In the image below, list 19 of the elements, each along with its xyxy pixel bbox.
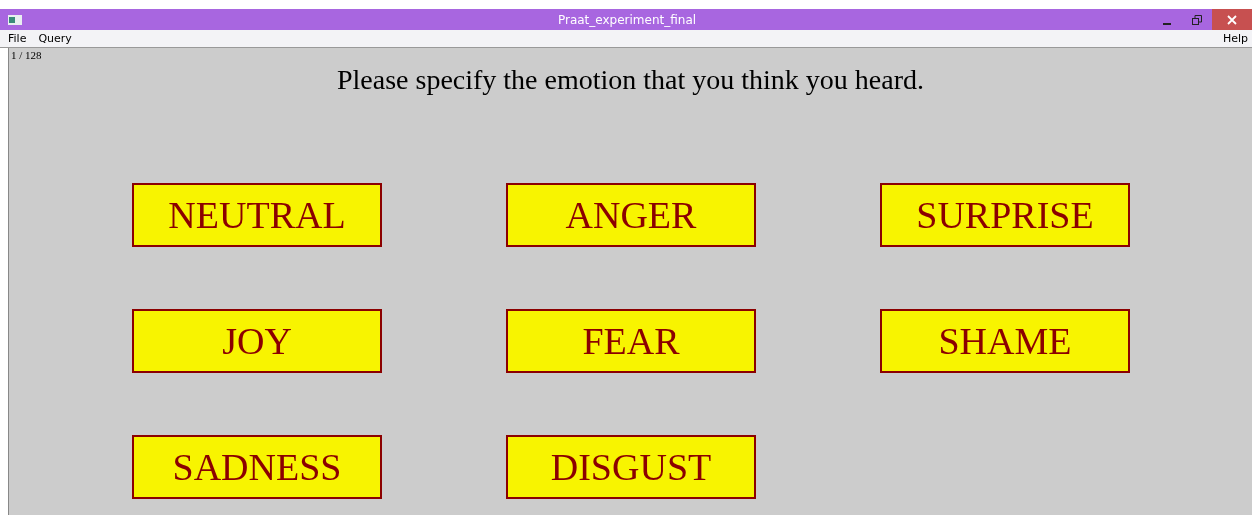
close-button[interactable] bbox=[1212, 9, 1252, 30]
menu-item[interactable]: Query bbox=[38, 32, 72, 45]
menu-item[interactable]: Help bbox=[1222, 32, 1248, 45]
emotion-button[interactable]: SADNESS bbox=[132, 435, 382, 499]
minimize-icon bbox=[1163, 22, 1171, 25]
emotion-button[interactable]: SURPRISE bbox=[880, 183, 1130, 247]
prompt-text: Please specify the emotion that you think you heard. bbox=[336, 64, 925, 95]
close-icon bbox=[1227, 14, 1237, 25]
emotion-button[interactable]: FEAR bbox=[506, 309, 756, 373]
app-icon bbox=[8, 14, 22, 25]
emotion-button[interactable]: JOY bbox=[132, 309, 382, 373]
trial-counter: 1 / 128 bbox=[10, 48, 42, 60]
menu-item[interactable]: File bbox=[8, 32, 27, 45]
emotion-button[interactable]: DISGUST bbox=[506, 435, 756, 499]
emotion-button[interactable]: ANGER bbox=[506, 183, 756, 247]
window-title: Praat_experiment_final bbox=[556, 12, 698, 27]
emotion-button[interactable]: SHAME bbox=[880, 309, 1130, 373]
emotion-button[interactable]: NEUTRAL bbox=[132, 183, 382, 247]
restore-icon bbox=[1192, 14, 1202, 25]
